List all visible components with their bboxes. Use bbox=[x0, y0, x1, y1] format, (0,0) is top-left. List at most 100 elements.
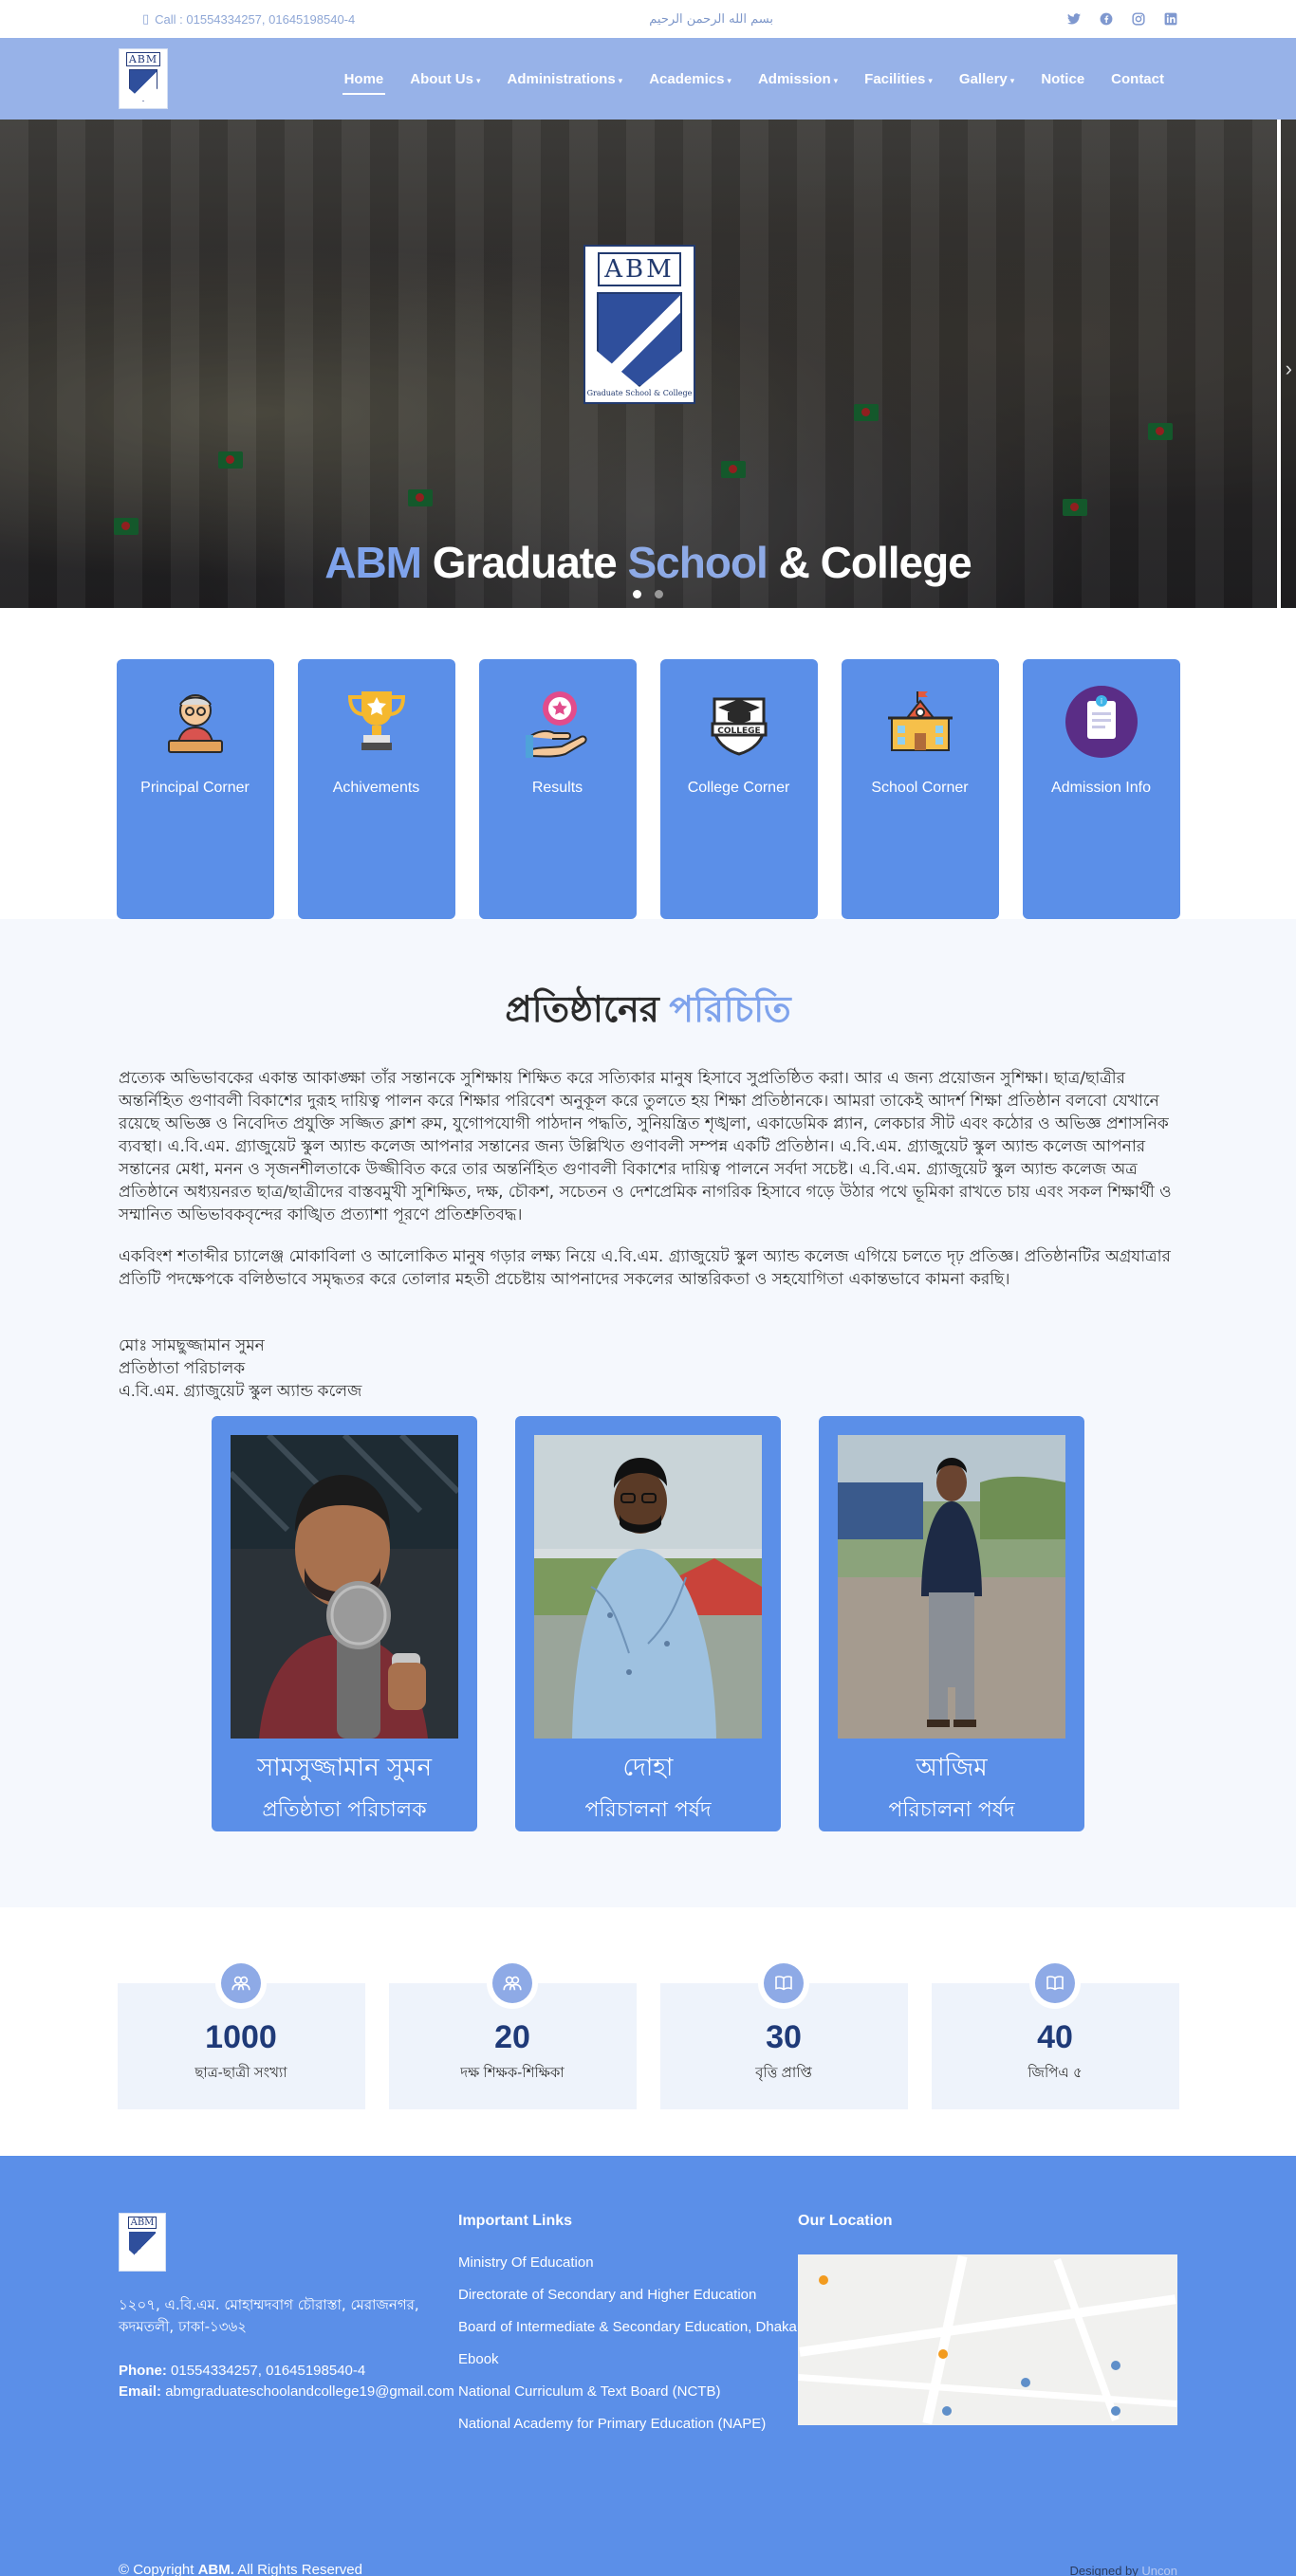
nav-item-contact[interactable]: Contact bbox=[1098, 62, 1177, 97]
facebook-icon[interactable] bbox=[1100, 12, 1113, 26]
stat-label: জিপিএ ৫ bbox=[1028, 2065, 1083, 2081]
twitter-icon[interactable] bbox=[1067, 12, 1081, 26]
quick-link-label: Achivements bbox=[332, 780, 420, 796]
footer-logo-shield bbox=[129, 2232, 156, 2262]
nav-item-label: Gallery bbox=[958, 70, 1008, 87]
location-map[interactable] bbox=[798, 2254, 1177, 2425]
signature-role: প্রতিষ্ঠাতা পরিচালক bbox=[119, 1359, 246, 1377]
quick-link-label: Admission Info bbox=[1051, 780, 1151, 796]
person-card: দোহা পরিচালনা পর্ষদ bbox=[515, 1416, 781, 1831]
footer-link[interactable]: Directorate of Secondary and Higher Educ… bbox=[458, 2287, 798, 2303]
principal-icon bbox=[157, 684, 233, 760]
nav-item-admission[interactable]: Admission ▾ bbox=[745, 62, 851, 97]
person-role: পরিচালনা পর্ষদ bbox=[584, 1798, 712, 1822]
copyright-suffix: All Rights Reserved bbox=[237, 2562, 362, 2576]
nav-menu: Home About Us ▾ Administrations ▾ Academics ▾ A… bbox=[331, 62, 1177, 97]
quick-link-principal[interactable]: Principal Corner bbox=[116, 659, 274, 919]
stat-badge bbox=[215, 1958, 267, 2009]
footer-link[interactable]: Ebook bbox=[458, 2351, 798, 2367]
nav-item-label: Home bbox=[343, 70, 384, 87]
stat-card: 1000 ছাত্র-ছাত্রী সংখ্যা bbox=[117, 1958, 365, 2109]
links-list: Ministry Of Education Directorate of Sec… bbox=[458, 2254, 798, 2432]
chevron-right-icon[interactable]: › bbox=[1286, 357, 1292, 381]
email-label: Email: bbox=[119, 2383, 162, 2400]
footer-link[interactable]: National Curriculum & Text Board (NCTB) bbox=[458, 2383, 798, 2400]
person-photo bbox=[838, 1435, 1065, 1739]
site-logo[interactable]: ABM bbox=[119, 48, 168, 109]
nav-item-gallery[interactable]: Gallery ▾ bbox=[946, 62, 1028, 97]
footer-logo[interactable]: ABM bbox=[119, 2213, 166, 2272]
quick-link-achievements[interactable]: Achivements bbox=[297, 659, 455, 919]
stat-value: 20 bbox=[494, 2019, 530, 2055]
intro-section: প্রতিষ্ঠানের পরিচিতি প্রত্যেক অভিভাবকের … bbox=[0, 919, 1296, 1907]
footer-contact: Phone: 01554334257, 01645198540-4 Email:… bbox=[119, 2361, 458, 2402]
slider-edge bbox=[1277, 120, 1281, 608]
nav-item-label: Admission bbox=[757, 70, 831, 87]
links-heading: Important Links bbox=[458, 2213, 573, 2229]
person-card: আজিম পরিচালনা পর্ষদ bbox=[819, 1416, 1084, 1831]
phone-value: 01554334257, 01645198540-4 bbox=[171, 2363, 366, 2379]
trophy-icon bbox=[339, 684, 415, 760]
slider-dot[interactable] bbox=[655, 590, 663, 598]
chevron-down-icon: ▾ bbox=[618, 75, 623, 85]
designed-by-link[interactable]: Uncon bbox=[1141, 2564, 1177, 2576]
book-icon bbox=[764, 1963, 804, 2003]
quick-link-results[interactable]: Results bbox=[478, 659, 637, 919]
nav-item-home[interactable]: Home bbox=[331, 62, 398, 97]
book-icon bbox=[1035, 1963, 1075, 2003]
nav-item-notice[interactable]: Notice bbox=[1028, 62, 1098, 97]
map-pin-icon bbox=[942, 2406, 952, 2416]
linkedin-icon[interactable] bbox=[1164, 12, 1177, 26]
hero-title-word: ABM bbox=[324, 538, 422, 587]
nav-item-label: Academics bbox=[649, 70, 725, 87]
footer-link[interactable]: Ministry Of Education bbox=[458, 2254, 798, 2271]
footer-about: ABM ১২০৭, এ.বি.এম. মোহাম্মদবাগ চৌরাস্তা,… bbox=[119, 2213, 458, 2448]
chevron-down-icon: ▾ bbox=[1009, 75, 1015, 85]
site-footer: ABM ১২০৭, এ.বি.এম. মোহাম্মদবাগ চৌরাস্তা,… bbox=[0, 2156, 1296, 2576]
chevron-down-icon: ▾ bbox=[727, 75, 731, 85]
main-navbar: ABM Home About Us ▾ Administrations ▾ Academi… bbox=[0, 38, 1296, 120]
quick-link-label: Principal Corner bbox=[140, 780, 250, 796]
nav-item-academics[interactable]: Academics ▾ bbox=[636, 62, 745, 97]
stat-badge bbox=[487, 1958, 538, 2009]
stat-label: ছাত্র-ছাত্রী সংখ্যা bbox=[194, 2065, 287, 2081]
intro-heading-accent: পরিচিতি bbox=[669, 990, 791, 1030]
chevron-down-icon: ▾ bbox=[475, 75, 481, 85]
quick-links: Principal Corner Achivements Results COL… bbox=[0, 608, 1296, 919]
map-road bbox=[798, 2374, 1177, 2407]
slider-dot[interactable] bbox=[633, 590, 641, 598]
stat-badge bbox=[758, 1958, 809, 2009]
footer-link[interactable]: Board of Intermediate & Secondary Educat… bbox=[458, 2319, 798, 2335]
crest-text: ABM bbox=[598, 252, 681, 286]
quick-link-admission[interactable]: i Admission Info bbox=[1022, 659, 1180, 919]
intro-heading-main: প্রতিষ্ঠানের bbox=[505, 990, 659, 1030]
footer-link[interactable]: National Academy for Primary Education (… bbox=[458, 2416, 798, 2432]
quick-link-school[interactable]: School Corner bbox=[841, 659, 999, 919]
person-name: আজিম bbox=[916, 1754, 988, 1782]
users-icon bbox=[492, 1963, 532, 2003]
stat-badge bbox=[1029, 1958, 1081, 2009]
quick-link-label: College Corner bbox=[687, 780, 790, 796]
intro-heading: প্রতিষ্ঠানের পরিচিতি bbox=[119, 982, 1177, 1042]
person-photo bbox=[231, 1435, 458, 1739]
phone-icon: ▯ bbox=[142, 11, 150, 26]
quick-link-college[interactable]: COLLEGE College Corner bbox=[659, 659, 818, 919]
instagram-icon[interactable] bbox=[1132, 12, 1145, 26]
logo-shield bbox=[129, 69, 157, 101]
stats-section: 1000 ছাত্র-ছাত্রী সংখ্যা 20 দক্ষ শিক্ষক-… bbox=[0, 1907, 1296, 2156]
nav-item-label: Administrations bbox=[507, 70, 616, 87]
call-info: ▯ Call : 01554334257, 01645198540-4 bbox=[142, 11, 355, 27]
people-cards: সামসুজ্জামান সুমন প্রতিষ্ঠাতা পরিচালক দো… bbox=[119, 1416, 1177, 1831]
nav-item-administrations[interactable]: Administrations ▾ bbox=[493, 62, 636, 97]
hero-title-word: Graduate bbox=[432, 538, 618, 587]
school-icon bbox=[882, 684, 958, 760]
crest-shield bbox=[597, 292, 682, 387]
map-pin-icon bbox=[938, 2349, 948, 2359]
email-value[interactable]: abmgraduateschoolandcollege19@gmail.com bbox=[165, 2383, 454, 2400]
nav-item-facilities[interactable]: Facilities ▾ bbox=[851, 62, 946, 97]
stat-card: 30 বৃত্তি প্রাপ্তি bbox=[659, 1958, 908, 2109]
intro-paragraph: একবিংশ শতাব্দীর চ্যালেঞ্জ মোকাবিলা ও আলো… bbox=[119, 1247, 1171, 1289]
nav-item-about-us[interactable]: About Us ▾ bbox=[397, 62, 493, 97]
copyright-brand: ABM. bbox=[197, 2562, 234, 2576]
hero-crest: ABM Graduate School & College bbox=[583, 245, 695, 404]
